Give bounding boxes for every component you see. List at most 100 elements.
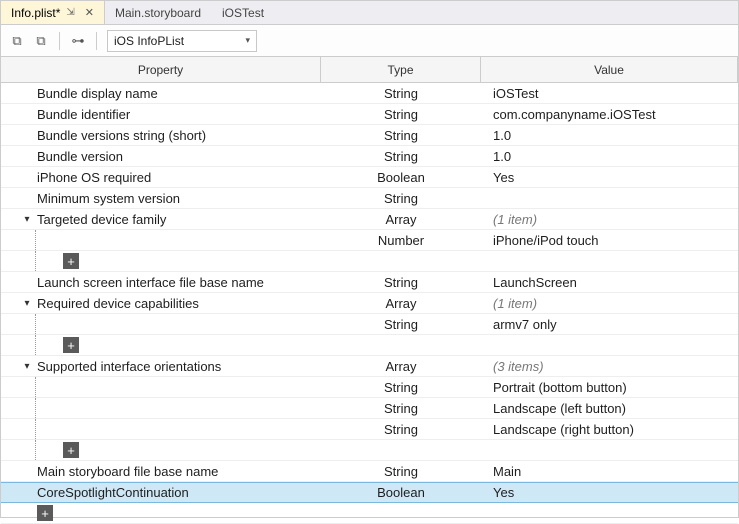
plist-row[interactable]: StringPortrait (bottom button) [1, 377, 738, 398]
property-cell[interactable]: Bundle display name [1, 83, 321, 103]
property-cell[interactable] [1, 419, 321, 439]
disclosure-triangle-icon[interactable]: ▾ [21, 214, 33, 225]
value-cell[interactable]: iOSTest [481, 83, 738, 103]
plist-row[interactable]: StringLandscape (left button) [1, 398, 738, 419]
header-type[interactable]: Type [321, 57, 481, 82]
property-cell[interactable]: + [1, 335, 321, 355]
type-cell[interactable]: String [321, 188, 481, 208]
plist-row[interactable]: + [1, 251, 738, 272]
type-cell[interactable]: String [321, 104, 481, 124]
plist-row[interactable]: Bundle versionString1.0 [1, 146, 738, 167]
add-row-button[interactable]: + [37, 505, 53, 521]
value-cell[interactable]: armv7 only [481, 314, 738, 334]
type-cell[interactable]: Array [321, 356, 481, 376]
type-cell[interactable]: Number [321, 230, 481, 250]
value-cell[interactable]: Landscape (left button) [481, 398, 738, 418]
property-cell[interactable]: Bundle versions string (short) [1, 125, 321, 145]
property-cell[interactable]: ▾Targeted device family [1, 209, 321, 229]
property-cell[interactable] [1, 398, 321, 418]
plist-row[interactable]: Bundle versions string (short)String1.0 [1, 125, 738, 146]
value-cell[interactable]: (1 item) [481, 293, 738, 313]
type-cell[interactable] [321, 440, 481, 460]
type-cell[interactable]: String [321, 146, 481, 166]
value-cell[interactable]: Yes [481, 483, 738, 502]
plist-row[interactable]: CoreSpotlightContinuationBooleanYes [1, 482, 738, 503]
type-cell[interactable]: String [321, 419, 481, 439]
property-cell[interactable]: iPhone OS required [1, 167, 321, 187]
tab-info-plist-[interactable]: Info.plist*⇲✕ [1, 1, 105, 24]
plist-row[interactable]: ▾Supported interface orientationsArray(3… [1, 356, 738, 377]
plist-row[interactable]: NumberiPhone/iPod touch [1, 230, 738, 251]
add-row-button[interactable]: + [63, 337, 79, 353]
type-cell[interactable]: String [321, 398, 481, 418]
property-cell[interactable] [1, 314, 321, 334]
type-cell[interactable]: String [321, 377, 481, 397]
property-cell[interactable]: ▾Supported interface orientations [1, 356, 321, 376]
property-cell[interactable]: + [1, 251, 321, 271]
property-cell[interactable]: Main storyboard file base name [1, 461, 321, 481]
value-cell[interactable]: (1 item) [481, 209, 738, 229]
value-cell[interactable] [481, 335, 738, 355]
value-cell[interactable]: Landscape (right button) [481, 419, 738, 439]
property-cell[interactable]: + [1, 503, 321, 523]
plist-row[interactable]: ▾Required device capabilitiesArray(1 ite… [1, 293, 738, 314]
property-cell[interactable]: Launch screen interface file base name [1, 272, 321, 292]
type-cell[interactable]: String [321, 461, 481, 481]
type-cell[interactable]: Array [321, 209, 481, 229]
plist-row[interactable]: iPhone OS requiredBooleanYes [1, 167, 738, 188]
value-cell[interactable]: com.companyname.iOSTest [481, 104, 738, 124]
type-cell[interactable] [321, 251, 481, 271]
value-cell[interactable]: Yes [481, 167, 738, 187]
property-cell[interactable]: CoreSpotlightContinuation [1, 483, 321, 502]
type-cell[interactable]: Boolean [321, 167, 481, 187]
tab-main-storyboard[interactable]: Main.storyboard [105, 1, 212, 24]
property-cell[interactable]: Bundle identifier [1, 104, 321, 124]
property-cell[interactable] [1, 377, 321, 397]
property-cell[interactable] [1, 230, 321, 250]
key-icon[interactable]: ⊶ [70, 33, 86, 49]
property-cell[interactable]: ▾Required device capabilities [1, 293, 321, 313]
value-cell[interactable] [481, 251, 738, 271]
plist-type-dropdown[interactable]: iOS InfoPList ▾ [107, 30, 257, 52]
type-cell[interactable] [321, 335, 481, 355]
plist-row[interactable]: Bundle identifierStringcom.companyname.i… [1, 104, 738, 125]
header-property[interactable]: Property [1, 57, 321, 82]
plist-row[interactable]: + [1, 440, 738, 461]
type-cell[interactable]: String [321, 272, 481, 292]
value-cell[interactable] [481, 440, 738, 460]
pin-icon[interactable]: ⇲ [66, 7, 74, 18]
value-cell[interactable]: iPhone/iPod touch [481, 230, 738, 250]
value-cell[interactable] [481, 188, 738, 208]
type-cell[interactable]: Array [321, 293, 481, 313]
value-cell[interactable]: (3 items) [481, 356, 738, 376]
type-cell[interactable] [321, 503, 481, 523]
value-cell[interactable]: Portrait (bottom button) [481, 377, 738, 397]
header-value[interactable]: Value [481, 57, 738, 82]
plist-row[interactable]: Launch screen interface file base nameSt… [1, 272, 738, 293]
disclosure-triangle-icon[interactable]: ▾ [21, 298, 33, 309]
add-row-button[interactable]: + [63, 442, 79, 458]
add-row-button[interactable]: + [63, 253, 79, 269]
disclosure-triangle-icon[interactable]: ▾ [21, 361, 33, 372]
property-cell[interactable]: Bundle version [1, 146, 321, 166]
plist-row[interactable]: StringLandscape (right button) [1, 419, 738, 440]
property-cell[interactable]: Minimum system version [1, 188, 321, 208]
expand-all-icon[interactable]: ⧉ [9, 33, 25, 49]
property-cell[interactable]: + [1, 440, 321, 460]
value-cell[interactable]: Main [481, 461, 738, 481]
type-cell[interactable]: Boolean [321, 483, 481, 502]
plist-row[interactable]: Minimum system versionString [1, 188, 738, 209]
close-icon[interactable]: ✕ [85, 6, 94, 19]
value-cell[interactable]: 1.0 [481, 146, 738, 166]
type-cell[interactable]: String [321, 83, 481, 103]
type-cell[interactable]: String [321, 125, 481, 145]
type-cell[interactable]: String [321, 314, 481, 334]
plist-row[interactable]: Main storyboard file base nameStringMain [1, 461, 738, 482]
plist-row[interactable]: ▾Targeted device familyArray(1 item) [1, 209, 738, 230]
value-cell[interactable] [481, 503, 738, 523]
value-cell[interactable]: LaunchScreen [481, 272, 738, 292]
plist-row[interactable]: + [1, 503, 738, 524]
collapse-all-icon[interactable]: ⧉ [33, 33, 49, 49]
plist-row[interactable]: Stringarmv7 only [1, 314, 738, 335]
plist-row[interactable]: Bundle display nameStringiOSTest [1, 83, 738, 104]
